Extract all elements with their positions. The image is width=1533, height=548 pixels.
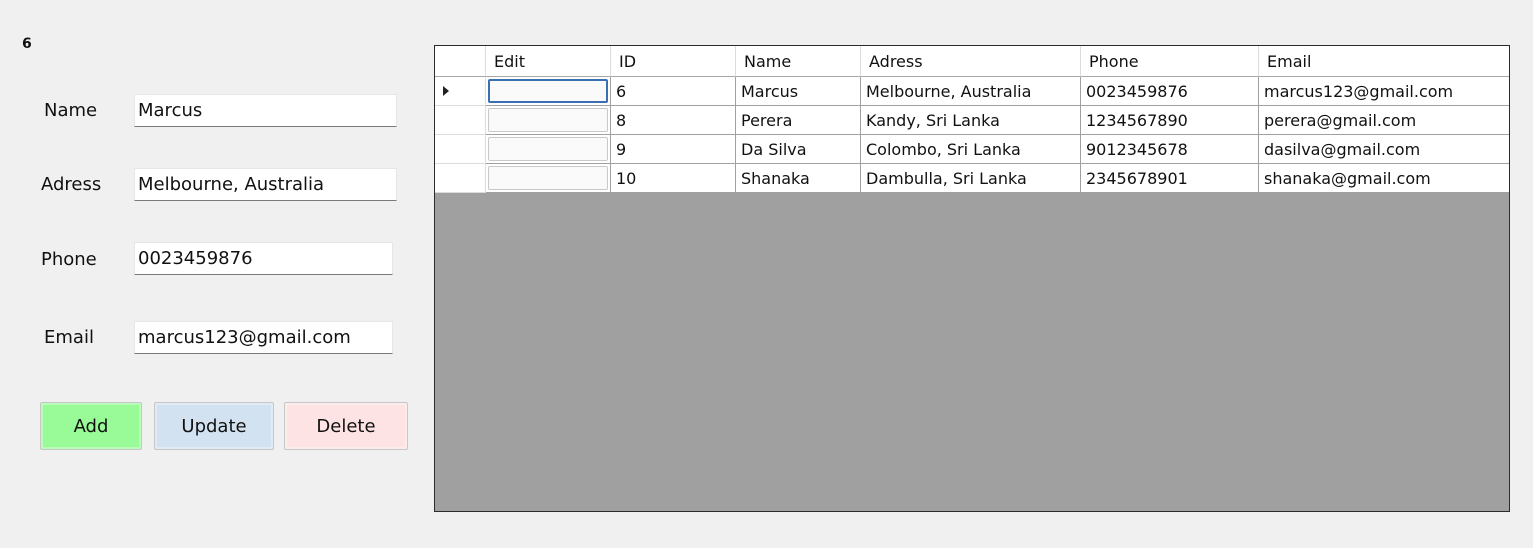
update-button[interactable]: Update: [154, 402, 274, 450]
edit-cell: [486, 106, 611, 135]
table-cell-email[interactable]: dasilva@gmail.com: [1259, 135, 1509, 164]
selected-id-label: 6: [22, 36, 32, 52]
table-cell-address[interactable]: Colombo, Sri Lanka: [861, 135, 1081, 164]
table-cell-phone[interactable]: 2345678901: [1081, 164, 1259, 193]
records-grid[interactable]: Edit ID Name Adress Phone Email 6 Marcus…: [434, 45, 1510, 512]
table-cell-name[interactable]: Marcus: [736, 77, 861, 106]
column-header-phone[interactable]: Phone: [1081, 46, 1259, 77]
table-cell-address[interactable]: Melbourne, Australia: [861, 77, 1081, 106]
edit-button[interactable]: [488, 79, 608, 103]
table-cell-id[interactable]: 6: [611, 77, 736, 106]
table-cell-phone[interactable]: 0023459876: [1081, 77, 1259, 106]
grid-corner-header[interactable]: [435, 46, 486, 77]
table-cell-email[interactable]: marcus123@gmail.com: [1259, 77, 1509, 106]
column-header-address[interactable]: Adress: [861, 46, 1081, 77]
add-button[interactable]: Add: [40, 402, 142, 450]
row-header[interactable]: [435, 164, 486, 193]
table-cell-email[interactable]: shanaka@gmail.com: [1259, 164, 1509, 193]
table-cell-phone[interactable]: 1234567890: [1081, 106, 1259, 135]
table-cell-id[interactable]: 9: [611, 135, 736, 164]
row-header[interactable]: [435, 135, 486, 164]
edit-cell: [486, 77, 611, 106]
table-cell-name[interactable]: Da Silva: [736, 135, 861, 164]
edit-cell: [486, 135, 611, 164]
email-label: Email: [44, 327, 94, 348]
table-cell-email[interactable]: perera@gmail.com: [1259, 106, 1509, 135]
table-cell-address[interactable]: Kandy, Sri Lanka: [861, 106, 1081, 135]
edit-button[interactable]: [488, 137, 608, 161]
phone-label: Phone: [41, 249, 97, 270]
edit-button[interactable]: [488, 166, 608, 190]
table-cell-address[interactable]: Dambulla, Sri Lanka: [861, 164, 1081, 193]
email-field[interactable]: [134, 321, 393, 354]
name-label: Name: [44, 100, 98, 121]
column-header-edit[interactable]: Edit: [486, 46, 611, 77]
delete-button[interactable]: Delete: [284, 402, 408, 450]
table-cell-phone[interactable]: 9012345678: [1081, 135, 1259, 164]
table-cell-name[interactable]: Shanaka: [736, 164, 861, 193]
column-header-id[interactable]: ID: [611, 46, 736, 77]
address-field[interactable]: [134, 168, 397, 201]
triangle-right-icon: [443, 86, 449, 96]
edit-button[interactable]: [488, 108, 608, 132]
row-header[interactable]: [435, 77, 486, 106]
address-label: Adress: [41, 174, 102, 195]
table-cell-id[interactable]: 10: [611, 164, 736, 193]
phone-field[interactable]: [134, 242, 393, 275]
row-header[interactable]: [435, 106, 486, 135]
table-cell-id[interactable]: 8: [611, 106, 736, 135]
column-header-email[interactable]: Email: [1259, 46, 1509, 77]
table-cell-name[interactable]: Perera: [736, 106, 861, 135]
edit-cell: [486, 164, 611, 193]
column-header-name[interactable]: Name: [736, 46, 861, 77]
name-field[interactable]: [134, 94, 397, 127]
